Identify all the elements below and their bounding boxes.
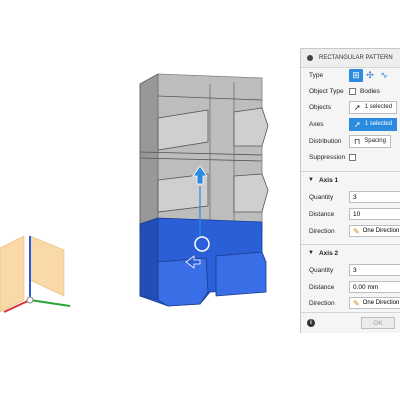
object-type-label: Object Type (309, 87, 344, 95)
circular-pattern-icon[interactable]: ✣ (363, 69, 377, 82)
pocket (233, 173, 269, 213)
rectangular-pattern-icon[interactable]: ⊞ (349, 68, 363, 82)
axes-selected-text: 1 selected (364, 121, 393, 127)
pattern-body-gray[interactable] (139, 73, 269, 233)
object-type-row: Object Type Bodies (301, 83, 400, 99)
objects-select-button[interactable]: ➚ 1 selected (349, 100, 398, 114)
axis2-direction-value: One Direction (362, 300, 400, 306)
axis2-section-header[interactable]: ▼ Axis 2 (301, 244, 400, 261)
distribution-label: Distribution (309, 137, 342, 145)
axis1-quantity-label: Quantity (309, 193, 334, 201)
axis1-direction-dropdown[interactable]: ✎ One Direction (349, 225, 400, 237)
axes-row: Axes ➚ 1 selected (301, 116, 400, 132)
axis1-header: Axis 1 (318, 176, 339, 184)
axis1-direction-row: Direction ✎ One Direction (301, 223, 400, 239)
pattern-body-blue[interactable] (139, 217, 267, 307)
view-triad[interactable] (0, 235, 71, 313)
triad-plane-left (0, 235, 25, 313)
axis2-quantity-row: Quantity 3 (301, 262, 400, 278)
axis2-quantity-label: Quantity (309, 266, 334, 274)
triad-y-axis (29, 299, 71, 307)
suppression-checkbox[interactable] (349, 153, 356, 161)
info-icon[interactable]: i (307, 319, 315, 327)
axis2-direction-dropdown[interactable]: ✎ One Direction (349, 297, 400, 309)
axis1-direction-label: Direction (309, 227, 335, 235)
panel-footer: i OK (301, 312, 400, 333)
rectangular-pattern-panel: RECTANGULAR PATTERN Type ⊞ ✣ ∿ Object Ty… (300, 48, 400, 333)
type-row: Type ⊞ ✣ ∿ (301, 67, 400, 83)
axis2-distance-label: Distance (309, 283, 335, 291)
axis1-section-header[interactable]: ▼ Axis 1 (301, 171, 400, 188)
axis1-direction-value: One Direction (362, 228, 400, 234)
axis2-direction-row: Direction ✎ One Direction (301, 295, 400, 311)
cursor-arrow-icon: ➚ (354, 119, 361, 129)
blue-body-side (139, 217, 159, 301)
axis2-distance-row: Distance 0.00 mm (301, 279, 400, 295)
3d-viewport[interactable] (0, 0, 300, 400)
axis2-quantity-input[interactable]: 3 (349, 264, 400, 276)
objects-selected-text: 1 selected (364, 104, 393, 110)
axis2-direction-label: Direction (309, 299, 335, 307)
axes-label: Axes (309, 120, 324, 128)
objects-row: Objects ➚ 1 selected (301, 99, 400, 115)
axis1-quantity-input[interactable]: 3 (349, 191, 400, 203)
drag-handle-icon[interactable] (194, 236, 210, 252)
suppression-label: Suppression (309, 153, 346, 161)
chevron-down-icon: ▼ (308, 250, 314, 256)
pencil-direction-icon: ✎ (353, 298, 360, 308)
blue-step (157, 257, 209, 307)
gray-body-side (139, 73, 159, 233)
type-label: Type (309, 71, 324, 79)
suppression-row: Suppression (301, 149, 400, 165)
axis1-distance-input[interactable]: 10 (349, 208, 400, 220)
axis2-distance-input[interactable]: 0.00 mm (349, 281, 400, 293)
pocket (233, 107, 269, 147)
objects-label: Objects (309, 103, 332, 111)
axis1-distance-label: Distance (309, 210, 335, 218)
panel-header: RECTANGULAR PATTERN (301, 49, 400, 68)
axes-select-button[interactable]: ➚ 1 selected (349, 117, 398, 131)
axis1-distance-row: Distance 10 (301, 206, 400, 222)
object-type-value: Bodies (360, 87, 380, 95)
triad-plane-right (29, 235, 65, 297)
chevron-down-icon: ▼ (308, 177, 314, 183)
axis2-header: Axis 2 (318, 249, 339, 257)
panel-title: RECTANGULAR PATTERN (319, 55, 393, 61)
pencil-direction-icon: ✎ (353, 226, 360, 236)
cursor-arrow-icon: ➚ (354, 102, 361, 112)
model-canvas[interactable] (0, 0, 300, 400)
blue-step (215, 251, 267, 297)
axis1-quantity-row: Quantity 3 (301, 189, 400, 205)
distribution-value: Spacing (364, 138, 386, 144)
path-pattern-icon[interactable]: ∿ (377, 69, 391, 82)
spacing-icon: ⊓ (354, 136, 361, 146)
ok-button[interactable]: OK (361, 317, 395, 329)
panel-collapse-icon[interactable] (307, 55, 313, 61)
triad-origin[interactable] (26, 296, 34, 304)
bodies-checkbox-icon[interactable] (349, 87, 356, 95)
distribution-row: Distribution ⊓ Spacing (301, 133, 400, 149)
distribution-dropdown[interactable]: ⊓ Spacing (349, 134, 391, 148)
